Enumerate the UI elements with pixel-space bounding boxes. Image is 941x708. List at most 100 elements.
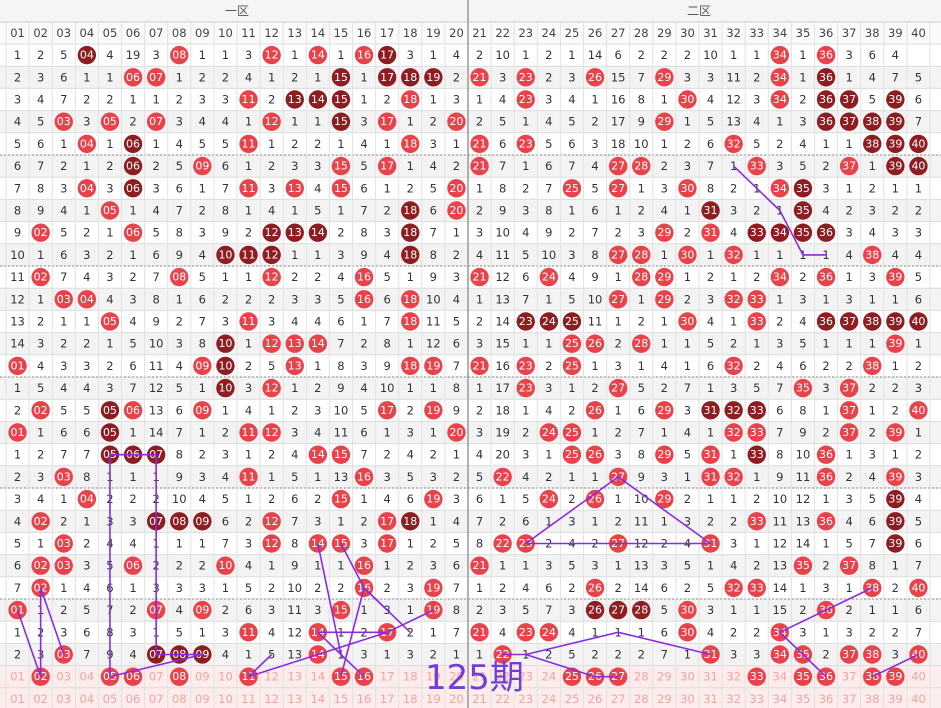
missing-count: 3 <box>407 648 414 662</box>
period-number: 31 <box>703 692 718 706</box>
missing-count: 1 <box>892 448 899 462</box>
hit-ball-label: 02 <box>34 404 48 417</box>
missing-count: 3 <box>869 270 876 284</box>
hit-ball-label: 16 <box>357 49 371 62</box>
missing-count: 1 <box>661 137 668 151</box>
missing-count: 1 <box>776 115 783 129</box>
missing-count: 2 <box>614 337 621 351</box>
header-num: 03 <box>56 26 71 40</box>
hit-ball-label: 25 <box>565 315 579 328</box>
missing-count: 7 <box>707 159 714 173</box>
missing-count: 1 <box>684 337 691 351</box>
hit-ball-label: 37 <box>842 382 856 395</box>
missing-count: 1 <box>360 70 367 84</box>
hit-ball-label: 33 <box>750 426 764 439</box>
missing-count: 11 <box>588 315 603 329</box>
missing-count: 4 <box>522 581 529 595</box>
missing-count: 5 <box>591 181 598 195</box>
missing-count: 6 <box>915 292 922 306</box>
missing-count: 4 <box>129 648 136 662</box>
missing-count: 5 <box>799 159 806 173</box>
hit-ball-label: 39 <box>888 426 902 439</box>
missing-count: 7 <box>915 559 922 573</box>
hit-ball-label: 03 <box>57 115 71 128</box>
missing-count: 2 <box>314 492 321 506</box>
missing-count: 1 <box>407 537 414 551</box>
hit-ball-label: 28 <box>634 271 648 284</box>
missing-count: 3 <box>453 270 460 284</box>
missing-count: 1 <box>591 359 598 373</box>
trend-grid: 一区 二区01 02 03 04 05 06 07 08 09 10 11 12 13 14 15 16 17 18… <box>0 0 941 708</box>
missing-count: 1 <box>291 381 298 395</box>
missing-count: 3 <box>822 181 829 195</box>
missing-count: 1 <box>845 270 852 284</box>
missing-count: 2 <box>499 581 506 595</box>
missing-count: 7 <box>176 426 183 440</box>
missing-count: 4 <box>360 137 367 151</box>
missing-count: 6 <box>869 48 876 62</box>
missing-count: 2 <box>869 625 876 639</box>
missing-count: 10 <box>796 448 811 462</box>
missing-count: 13 <box>773 559 788 573</box>
hit-ball-label: 27 <box>611 604 625 617</box>
missing-count: 4 <box>152 204 159 218</box>
period-number: 10 <box>218 692 233 706</box>
hit-ball-label: 27 <box>611 182 625 195</box>
missing-count: 13 <box>334 470 349 484</box>
missing-count: 2 <box>661 381 668 395</box>
missing-count: 2 <box>383 93 390 107</box>
missing-count: 4 <box>129 537 136 551</box>
header-num: 04 <box>80 26 95 40</box>
missing-count: 4 <box>199 115 206 129</box>
hit-ball-label: 39 <box>888 537 902 550</box>
missing-count: 3 <box>730 537 737 551</box>
missing-count: 5 <box>522 603 529 617</box>
missing-count: 1 <box>245 337 252 351</box>
missing-count: 1 <box>199 48 206 62</box>
missing-count: 4 <box>591 159 598 173</box>
missing-count: 1 <box>314 470 321 484</box>
missing-count: 5 <box>753 381 760 395</box>
missing-count: 1 <box>83 514 90 528</box>
missing-count: 7 <box>430 226 437 240</box>
missing-count: 7 <box>60 448 67 462</box>
header-num: 16 <box>357 26 372 40</box>
missing-count: 1 <box>591 514 598 528</box>
hit-ball-label: 01 <box>11 426 25 439</box>
hit-ball-label: 05 <box>103 404 117 417</box>
missing-count: 3 <box>522 204 529 218</box>
hit-ball-label: 30 <box>680 93 694 106</box>
missing-count: 8 <box>291 537 298 551</box>
hit-ball-label: 24 <box>542 426 556 439</box>
missing-count: 1 <box>591 426 598 440</box>
hit-ball-label: 12 <box>265 537 279 550</box>
missing-count: 6 <box>776 403 783 417</box>
missing-count: 1 <box>799 581 806 595</box>
missing-count: 10 <box>634 137 649 151</box>
missing-count: 1 <box>869 159 876 173</box>
header-num: 29 <box>657 26 672 40</box>
hit-ball-label: 18 <box>403 71 417 84</box>
hit-ball-label: 17 <box>380 49 394 62</box>
missing-count: 2 <box>568 403 575 417</box>
missing-count: 4 <box>14 115 21 129</box>
hit-ball-label: 21 <box>473 137 487 150</box>
missing-count: 3 <box>314 514 321 528</box>
missing-count: 1 <box>291 248 298 262</box>
hit-ball-label: 12 <box>265 515 279 528</box>
missing-count: 3 <box>591 137 598 151</box>
missing-count: 2 <box>291 137 298 151</box>
hit-ball-label: 19 <box>426 581 440 594</box>
missing-count: 6 <box>407 492 414 506</box>
hit-ball-label: 11 <box>242 137 256 150</box>
missing-count: 2 <box>638 204 645 218</box>
missing-count: 13 <box>796 514 811 528</box>
missing-count: 7 <box>60 93 67 107</box>
missing-count: 8 <box>638 93 645 107</box>
missing-count: 9 <box>152 315 159 329</box>
missing-count: 4 <box>707 315 714 329</box>
missing-count: 5 <box>522 492 529 506</box>
missing-count: 2 <box>83 93 90 107</box>
missing-count: 1 <box>106 70 113 84</box>
hit-ball-label: 40 <box>911 581 925 594</box>
